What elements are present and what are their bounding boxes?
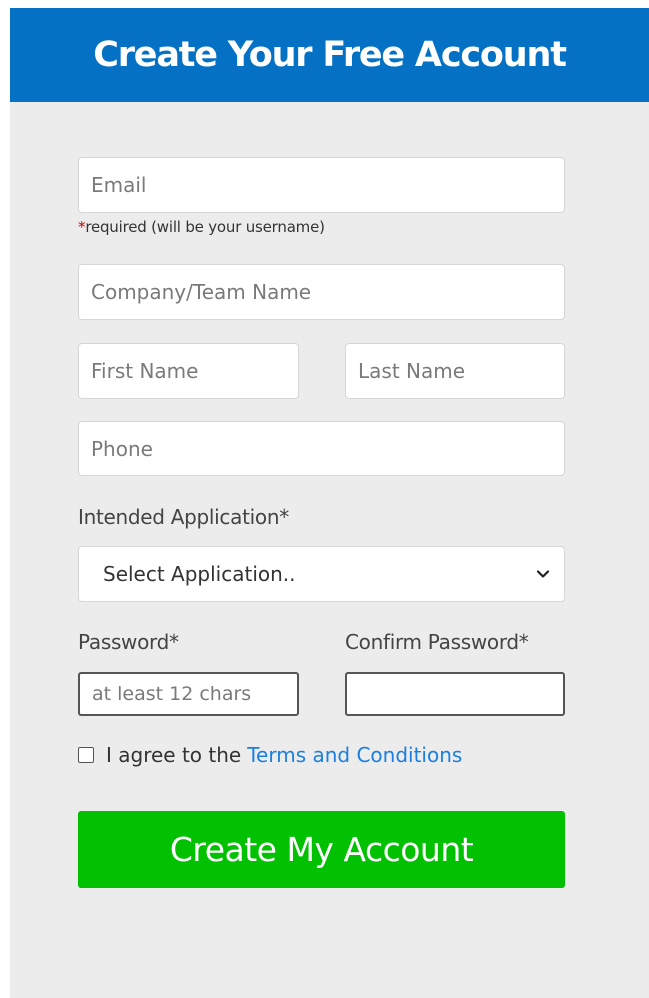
page-title: Create Your Free Account: [93, 35, 567, 75]
terms-text: I agree to the: [106, 743, 242, 767]
email-note-text: required (will be your username): [85, 218, 325, 236]
terms-agreement: I agree to the Terms and Conditions: [78, 743, 462, 767]
password-label: Password*: [78, 630, 179, 654]
phone-input[interactable]: [78, 421, 565, 476]
terms-checkbox[interactable]: [78, 747, 94, 763]
application-select[interactable]: Select Application..: [78, 546, 565, 602]
application-label: Intended Application*: [78, 505, 289, 529]
chevron-down-icon: [536, 567, 550, 581]
first-name-input[interactable]: [78, 343, 299, 399]
email-input[interactable]: [78, 157, 565, 213]
create-account-button[interactable]: Create My Account: [78, 811, 565, 888]
terms-link[interactable]: Terms and Conditions: [247, 743, 462, 767]
confirm-password-input[interactable]: [345, 672, 565, 716]
company-input[interactable]: [78, 264, 565, 320]
header-bar: Create Your Free Account: [10, 8, 649, 102]
password-input[interactable]: [78, 672, 299, 716]
last-name-input[interactable]: [345, 343, 565, 399]
application-select-value: Select Application..: [103, 562, 296, 586]
email-required-note: *required (will be your username): [78, 218, 325, 236]
confirm-password-label: Confirm Password*: [345, 630, 529, 654]
